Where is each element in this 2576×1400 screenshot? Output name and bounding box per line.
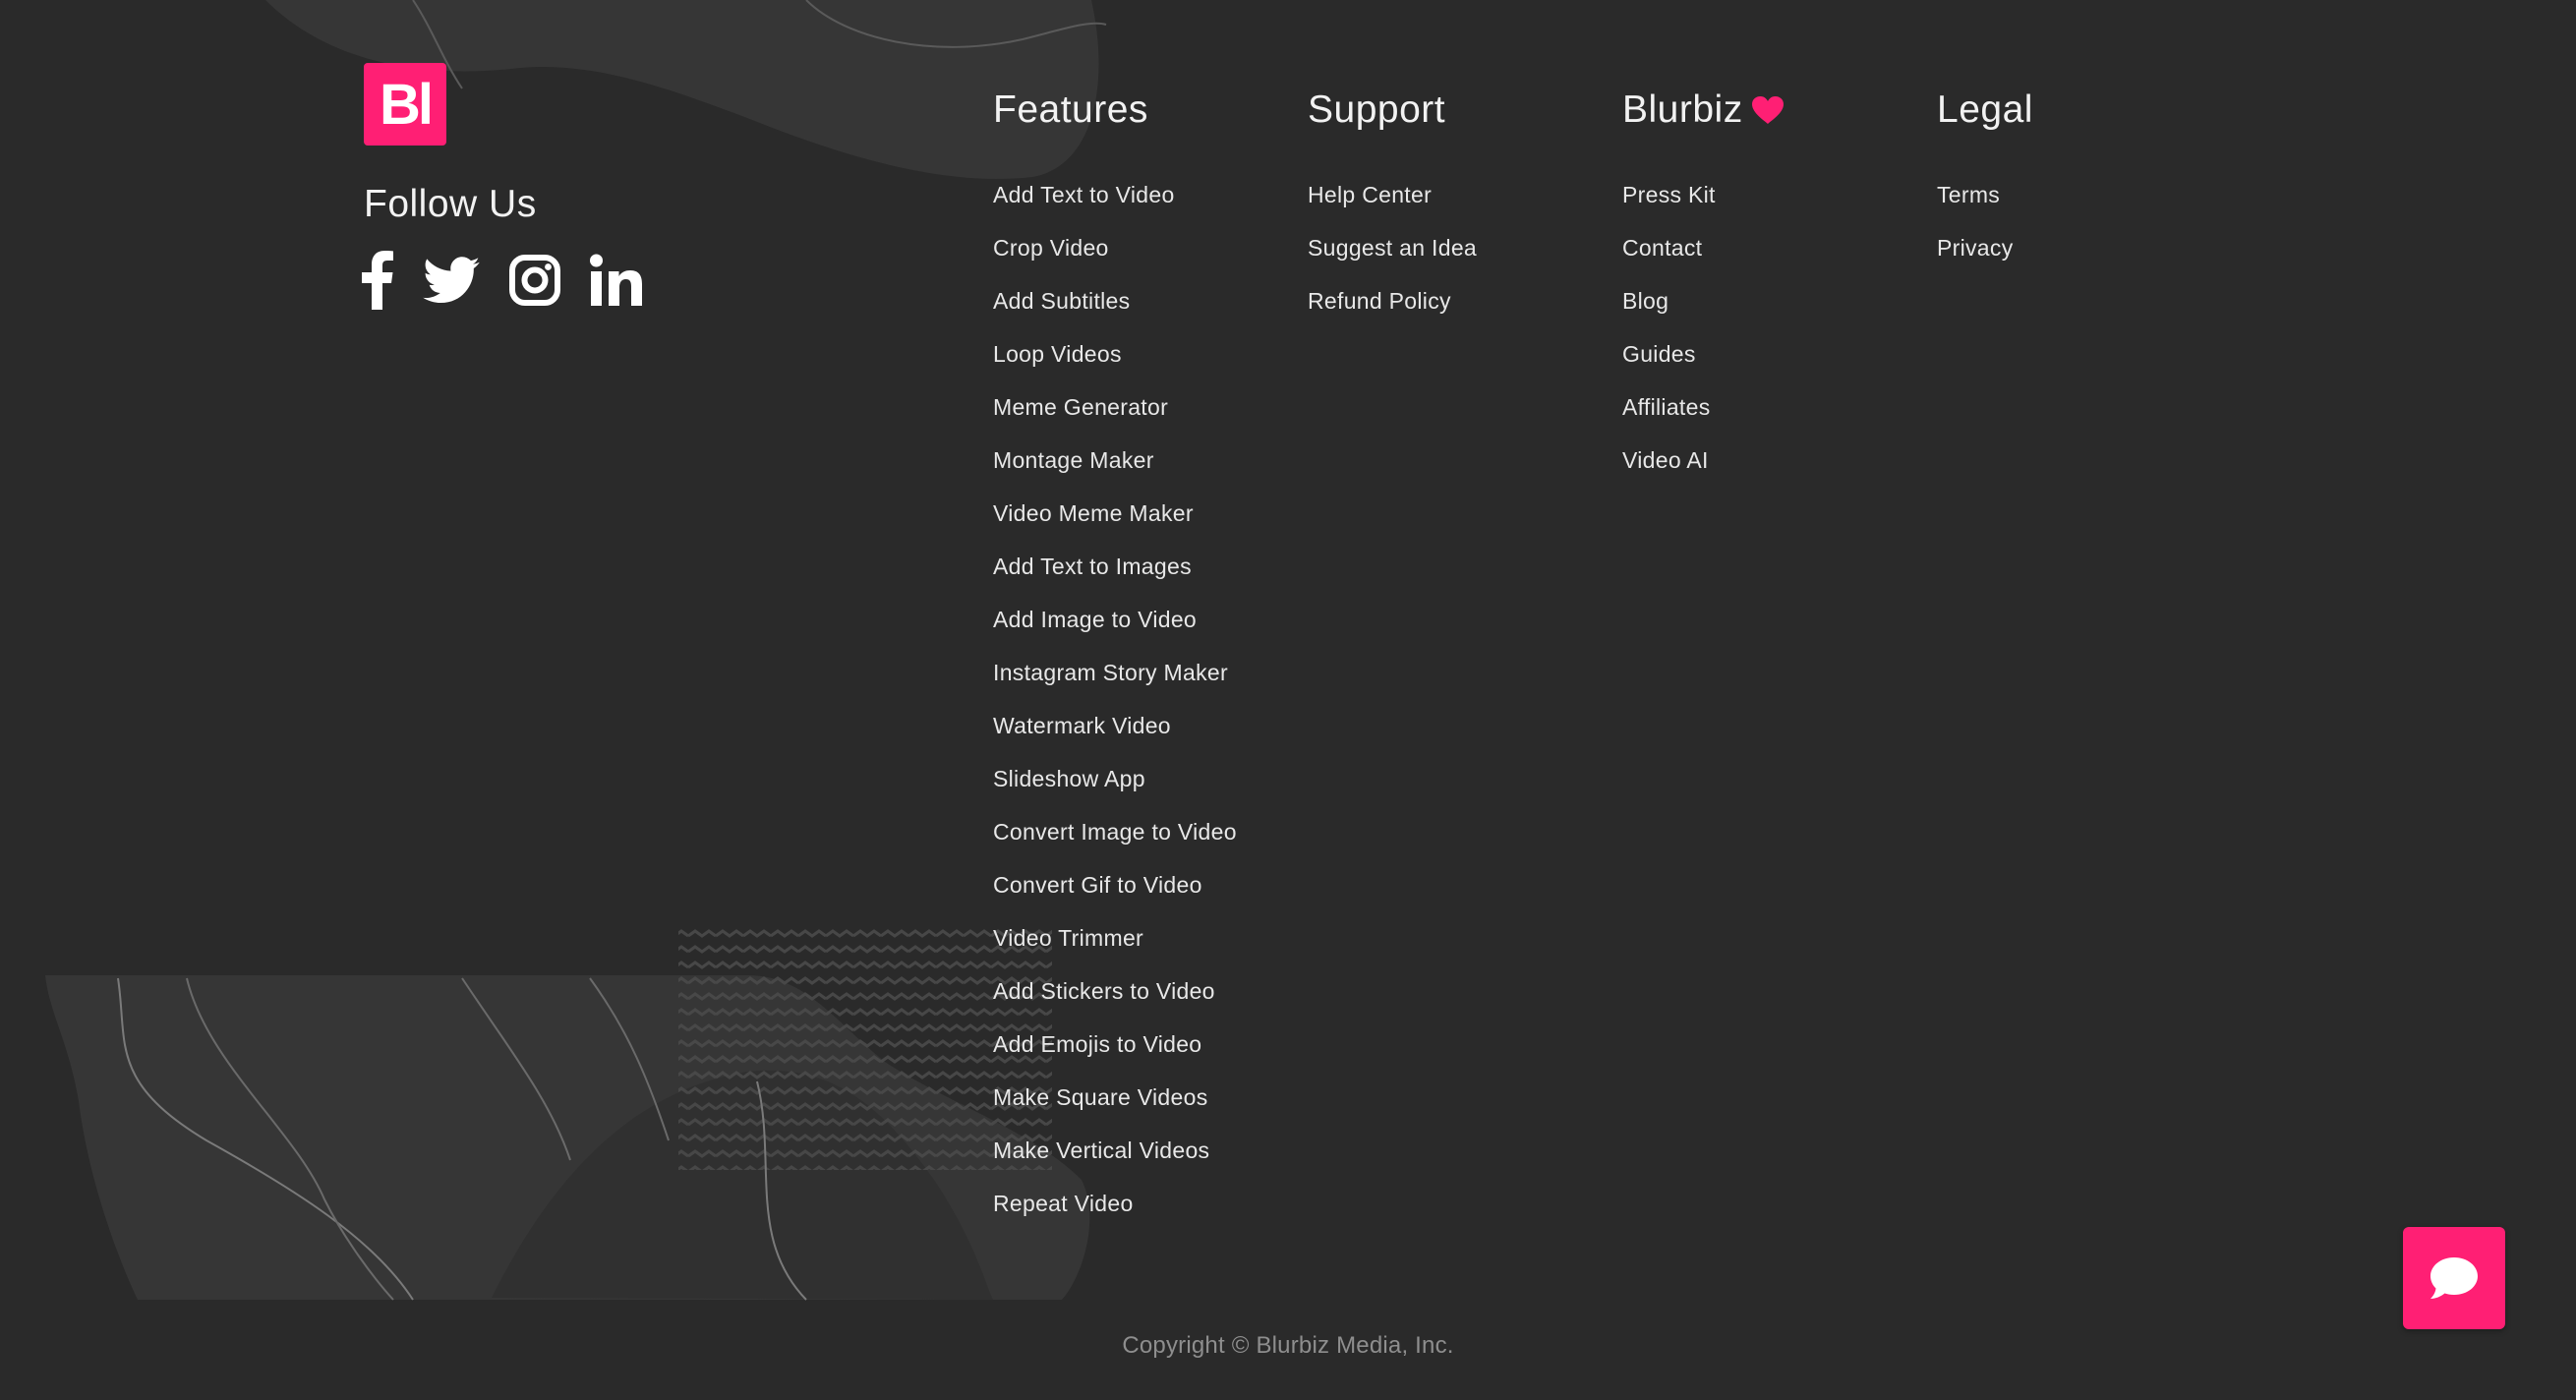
footer-link[interactable]: Add Subtitles [993,288,1130,314]
footer-link[interactable]: Add Text to Images [993,554,1192,579]
linkedin-icon [590,254,642,306]
footer-link[interactable]: Crop Video [993,235,1109,261]
legal-column: Legal Terms Privacy [1937,85,2033,283]
footer-link[interactable]: Meme Generator [993,394,1168,420]
support-links: Help Center Suggest an Idea Refund Polic… [1308,177,1477,336]
features-column: Features Add Text to Video Crop Video Ad… [993,85,1237,1239]
footer-link[interactable]: Convert Gif to Video [993,872,1202,898]
footer-link[interactable]: Add Emojis to Video [993,1031,1201,1057]
linkedin-link[interactable] [590,254,643,307]
footer-link[interactable]: Slideshow App [993,766,1145,791]
brand-logo[interactable]: Bl [364,63,446,146]
footer-link[interactable]: Refund Policy [1308,288,1451,314]
instagram-link[interactable] [509,255,560,306]
twitter-link[interactable] [423,257,480,304]
footer-link[interactable]: Guides [1622,341,1696,367]
support-column: Support Help Center Suggest an Idea Refu… [1308,85,1477,336]
instagram-icon [509,255,560,306]
footer-link[interactable]: Contact [1622,235,1702,261]
footer-link[interactable]: Instagram Story Maker [993,660,1228,685]
footer-link[interactable]: Repeat Video [993,1191,1134,1216]
footer-link[interactable]: Make Vertical Videos [993,1138,1209,1163]
heart-icon [1751,96,1784,124]
blurbiz-column: Blurbiz Press Kit Contact Blog Guides Af… [1622,85,1785,496]
features-links: Add Text to Video Crop Video Add Subtitl… [993,177,1237,1239]
footer-link[interactable]: Privacy [1937,235,2014,261]
footer-link[interactable]: Video Meme Maker [993,500,1194,526]
twitter-icon [423,257,480,304]
support-heading: Support [1308,88,1446,131]
blurbiz-heading: Blurbiz [1622,85,1785,136]
facebook-icon [362,251,393,310]
copyright-text: Copyright © Blurbiz Media, Inc. [1122,1332,1454,1359]
blurbiz-links: Press Kit Contact Blog Guides Affiliates… [1622,177,1785,496]
chat-bubble-icon [2430,1257,2478,1299]
footer-link[interactable]: Video AI [1622,447,1709,473]
footer-link[interactable]: Add Text to Video [993,182,1175,207]
legal-links: Terms Privacy [1937,177,2033,283]
features-heading: Features [993,88,1148,131]
footer-link[interactable]: Help Center [1308,182,1432,207]
footer-link[interactable]: Suggest an Idea [1308,235,1477,261]
footer-link[interactable]: Montage Maker [993,447,1154,473]
footer-link[interactable]: Video Trimmer [993,925,1143,951]
social-links [362,251,643,310]
footer-link[interactable]: Make Square Videos [993,1084,1208,1110]
follow-us-heading: Follow Us [364,183,537,225]
footer-link[interactable]: Affiliates [1622,394,1711,420]
legal-heading: Legal [1937,88,2033,131]
footer-link[interactable]: Loop Videos [993,341,1122,367]
footer-link[interactable]: Watermark Video [993,713,1171,738]
footer-link[interactable]: Add Image to Video [993,607,1197,632]
chat-button[interactable] [2403,1227,2505,1329]
footer-link[interactable]: Blog [1622,288,1669,314]
footer-link[interactable]: Press Kit [1622,182,1716,207]
footer-link[interactable]: Convert Image to Video [993,819,1237,845]
facebook-link[interactable] [362,251,393,310]
footer-link[interactable]: Add Stickers to Video [993,978,1215,1004]
footer-link[interactable]: Terms [1937,182,2000,207]
